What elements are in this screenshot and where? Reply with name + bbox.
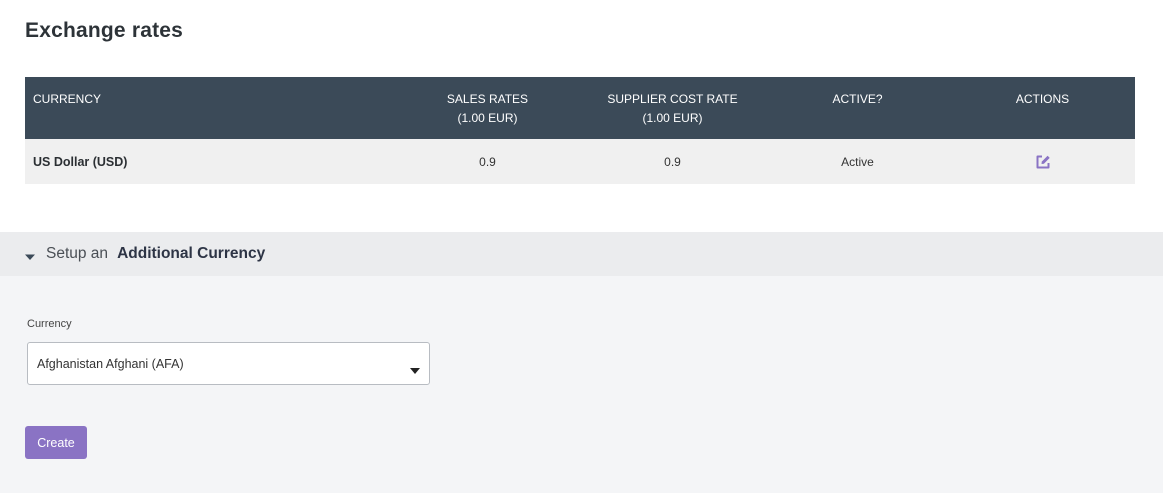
header-sales-rates-unit: (1.00 EUR) <box>457 111 518 125</box>
currency-field-label: Currency <box>27 318 72 330</box>
header-currency: CURRENCY <box>33 92 102 106</box>
cell-supplier-cost-rate: 0.9 <box>664 154 681 169</box>
page-title: Exchange rates <box>25 19 184 42</box>
cell-actions <box>950 139 1135 184</box>
header-supplier-cost-rate: SUPPLIER COST RATE (1.00 EUR) <box>580 77 765 139</box>
currency-select-value: Afghanistan Afghani (AFA) <box>37 356 184 371</box>
header-sales-rates: SALES RATES (1.00 EUR) <box>395 77 580 139</box>
dropdown-arrow-icon <box>410 361 420 374</box>
table-header-row: CURRENCY SALES RATES (1.00 EUR) SUPPLIER… <box>25 77 1135 139</box>
setup-title: Additional Currency <box>117 245 266 262</box>
cell-currency: US Dollar (USD) <box>33 154 128 169</box>
setup-prefix-text: Setup an <box>46 245 109 262</box>
create-button[interactable]: Create <box>25 426 87 459</box>
cell-active: Active <box>841 154 874 169</box>
edit-icon[interactable] <box>1035 154 1051 170</box>
setup-additional-currency-section: Setup an Additional Currency Currency Af… <box>0 232 1163 493</box>
header-supplier-cost-rate-unit: (1.00 EUR) <box>642 111 703 125</box>
table-row: US Dollar (USD) 0.9 0.9 Active <box>25 139 1135 184</box>
exchange-rates-table: CURRENCY SALES RATES (1.00 EUR) SUPPLIER… <box>25 77 1135 184</box>
setup-section-toggle[interactable]: Setup an Additional Currency <box>0 232 1163 276</box>
cell-sales-rate: 0.9 <box>479 154 496 169</box>
header-active: ACTIVE? <box>832 92 883 106</box>
header-supplier-cost-rate-label: SUPPLIER COST RATE <box>607 92 738 106</box>
header-actions: ACTIONS <box>1015 92 1070 106</box>
currency-select[interactable]: Afghanistan Afghani (AFA) <box>27 342 430 385</box>
header-sales-rates-label: SALES RATES <box>446 92 529 106</box>
caret-down-icon <box>25 249 35 260</box>
